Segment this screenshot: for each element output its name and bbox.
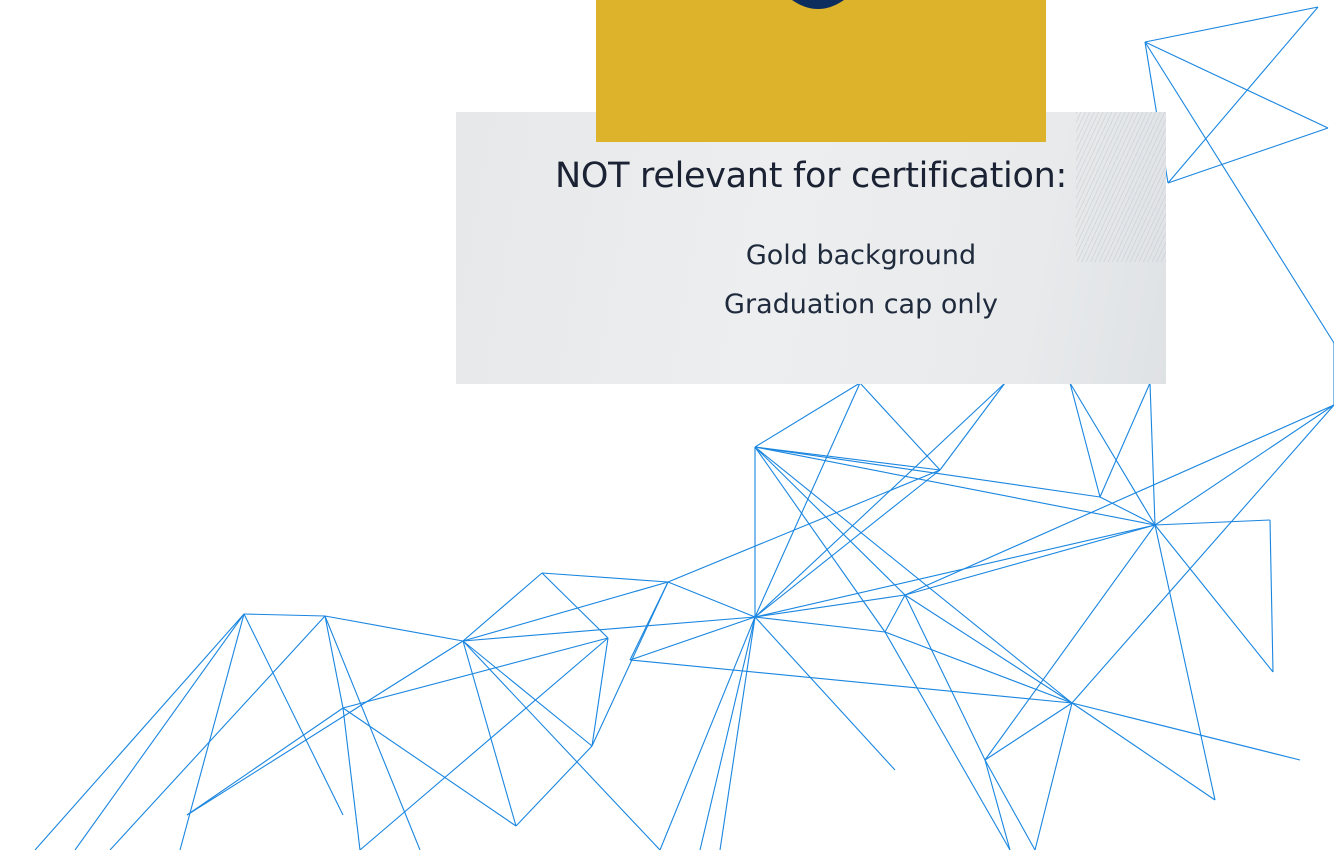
network-line [939,382,1006,471]
network-line [754,446,886,633]
network-line [1099,382,1151,498]
network-line [754,616,886,633]
network-line [186,707,344,816]
network-line [984,759,1011,850]
network-line [754,616,896,771]
card-line-gold-background: Gold background [745,240,977,271]
network-line [754,594,906,618]
network-line [884,594,906,633]
network-line [984,759,1036,850]
network-line [884,631,1011,850]
network-line [243,613,326,617]
network-line [754,382,861,448]
network-line [754,382,861,618]
graduation-cap-icon [792,0,844,9]
network-line [1269,519,1274,673]
card-heading: NOT relevant for certification: [555,156,1067,196]
network-line [541,572,609,639]
network-line [324,615,344,709]
network-line [1071,702,1216,801]
network-line [754,446,1101,498]
network-line [629,659,1073,704]
network-line [1154,524,1274,673]
network-line [984,524,1156,761]
network-line [699,616,756,850]
network-line [904,594,986,761]
network-line [359,637,609,850]
network-line [342,707,517,827]
network-line [859,382,941,471]
network-line [515,745,593,827]
network-line [904,524,1156,596]
gold-background-swatch [596,0,1046,142]
network-line [754,446,1156,526]
network-line [754,446,906,596]
network-line [1069,382,1101,498]
network-line [462,572,543,642]
network-line [462,616,756,642]
network-line [1149,382,1156,526]
network-line [342,637,609,709]
network-line [1071,404,1334,704]
network-line [659,616,756,850]
network-line [1154,519,1271,526]
network-line [324,615,464,642]
network-line [34,613,245,850]
network-line [243,613,344,816]
network-line [186,640,464,816]
network-line [984,702,1073,761]
network-line [1144,41,1334,344]
network-line [342,707,361,850]
network-line [1071,702,1301,761]
network-line [754,469,941,618]
network-line [904,404,1334,596]
network-line [462,640,593,747]
network-line [1154,524,1216,801]
network-line [1167,6,1319,184]
network-line [754,446,1073,704]
network-line [719,616,756,850]
network-line [1034,702,1073,850]
network-line [667,581,756,618]
network-line [541,572,669,583]
network-line [754,446,941,471]
card-line-graduation-cap: Graduation cap only [724,289,998,320]
network-line [324,615,421,850]
network-line [591,581,669,747]
network-line [754,524,1156,618]
